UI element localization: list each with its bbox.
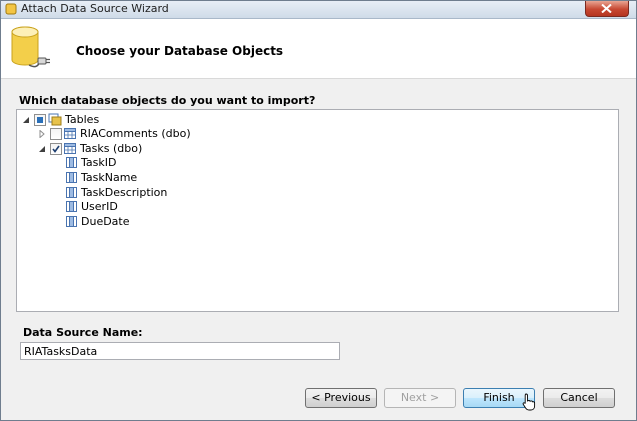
tree-label-column: DueDate [81,215,130,228]
previous-button[interactable]: < Previous [305,388,377,408]
mouse-cursor-icon [522,393,536,411]
tree-label-column: TaskID [81,156,117,169]
tree-node-column[interactable]: TaskID [66,155,266,170]
database-objects-tree[interactable]: Tables RIAComments (dbo) Tasks (dbo) Tas… [16,109,619,312]
expanded-triangle-icon[interactable] [38,145,46,153]
next-button[interactable]: Next > [384,388,456,408]
table-icon [64,128,76,139]
tree-label-column: TaskName [81,171,138,184]
close-button[interactable] [585,1,629,17]
page-title: Choose your Database Objects [76,44,284,58]
tasks-checkbox[interactable] [50,143,62,155]
tree-node-column[interactable]: TaskName [66,170,266,185]
tables-checkbox[interactable] [34,114,46,126]
tree-label-column: TaskDescription [81,186,168,199]
checkmark-icon [52,145,60,153]
data-source-name-label: Data Source Name: [23,326,143,339]
objects-question: Which database objects do you want to im… [19,94,316,107]
tree-label-tasks: Tasks (dbo) [80,142,143,155]
tree-node-column[interactable]: UserID [66,199,266,214]
data-source-name-input[interactable] [20,342,340,360]
expanded-triangle-icon[interactable] [22,116,30,124]
column-icon [66,216,77,227]
tree-node-column[interactable]: TaskDescription [66,185,266,200]
column-icon [66,201,77,212]
column-icon [66,172,77,183]
table-icon [64,143,76,154]
tree-node-column[interactable]: DueDate [66,214,266,229]
wizard-header: Choose your Database Objects [1,19,636,79]
riacomments-checkbox[interactable] [50,128,62,140]
tree-label-tables: Tables [65,113,100,126]
collapsed-triangle-icon[interactable] [38,130,46,138]
app-icon [5,3,17,15]
tables-folder-icon [48,113,62,126]
close-icon [601,4,612,13]
wizard-window: Attach Data Source Wizard Choose your Da… [0,0,637,421]
tree-node-tasks[interactable]: Tasks (dbo) [38,141,238,156]
column-icon [66,187,77,198]
tree-node-riacomments[interactable]: RIAComments (dbo) [38,126,238,141]
title-bar[interactable]: Attach Data Source Wizard [1,1,636,19]
window-title: Attach Data Source Wizard [21,2,169,15]
database-icon [11,26,50,68]
cancel-button[interactable]: Cancel [543,388,615,408]
tree-node-tables[interactable]: Tables [22,112,222,127]
tree-label-riacomments: RIAComments (dbo) [80,127,191,140]
column-icon [66,157,77,168]
tree-label-column: UserID [81,200,118,213]
